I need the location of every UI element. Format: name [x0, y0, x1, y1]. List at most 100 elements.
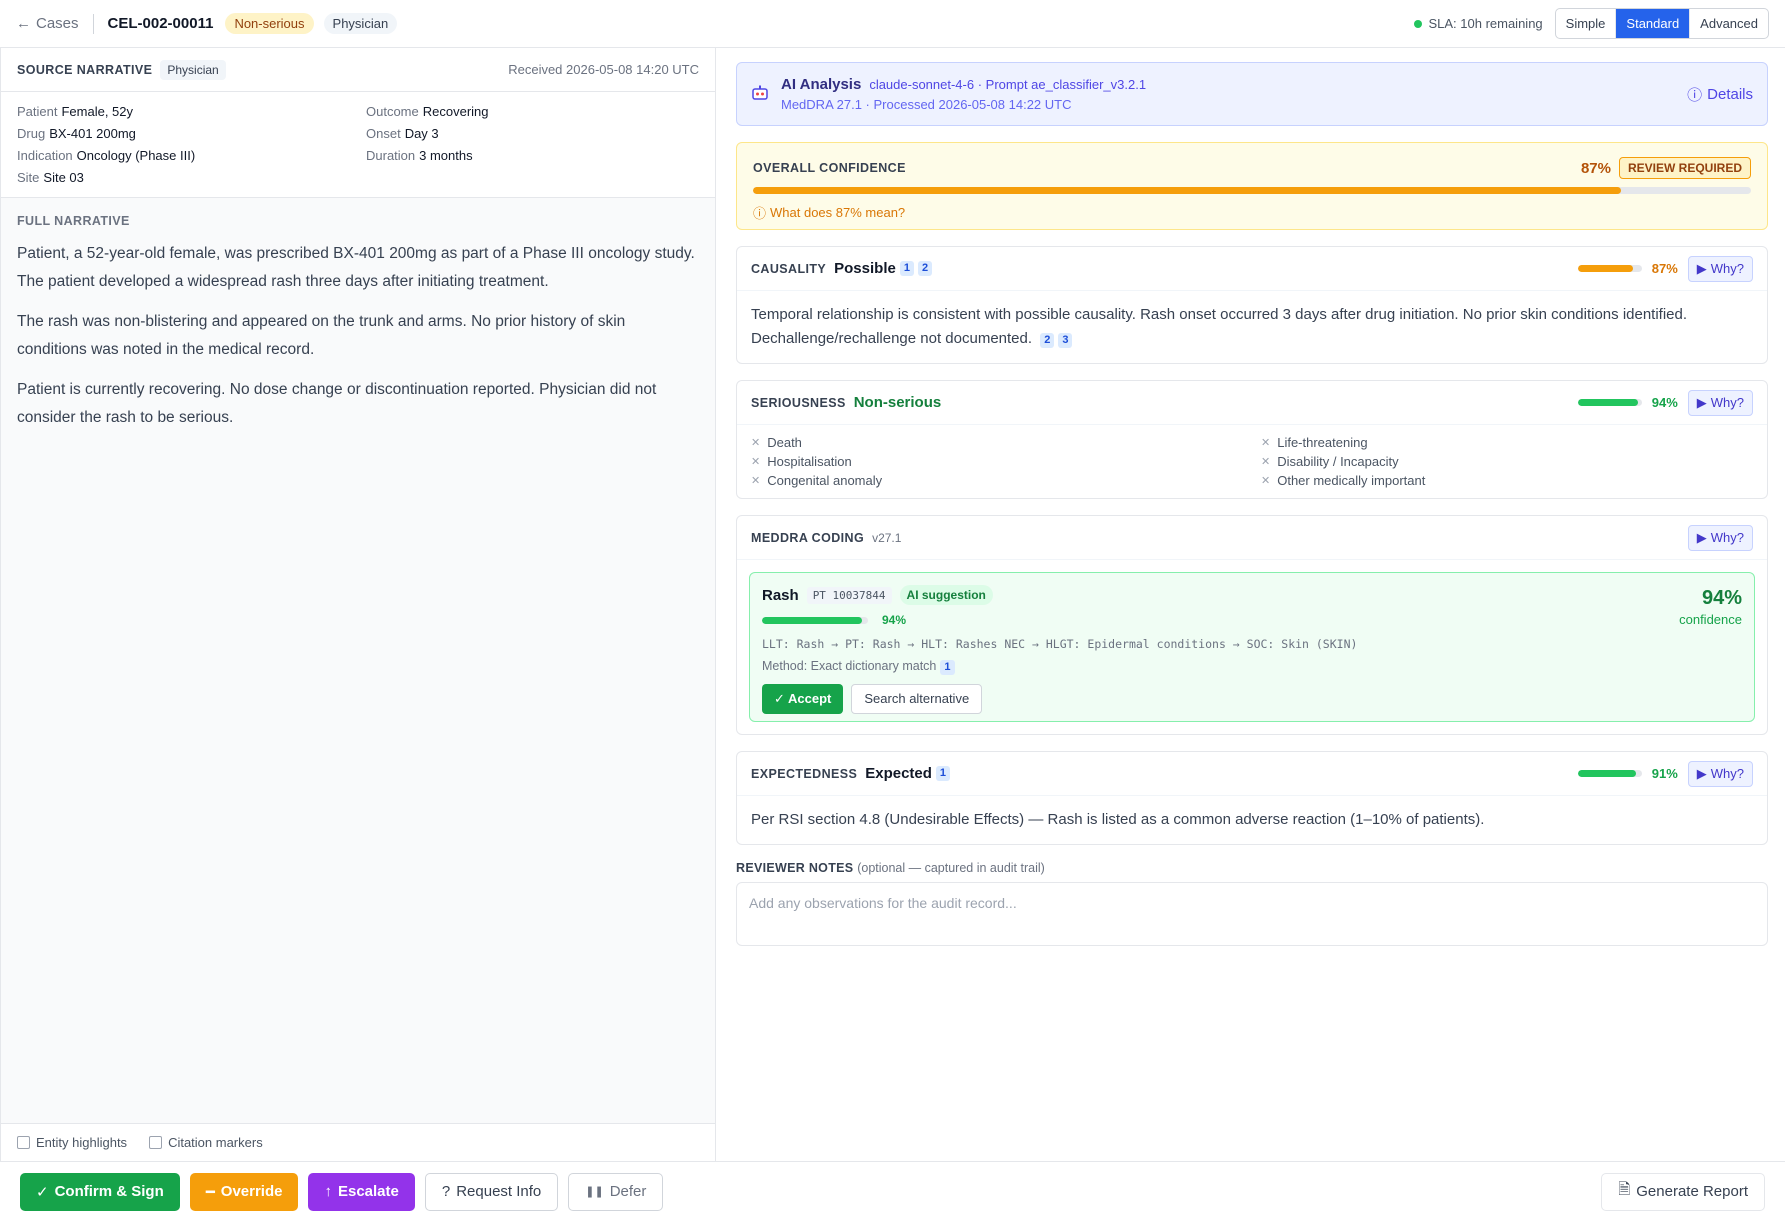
seriousness-percent: 94% — [1651, 395, 1678, 410]
citation-markers-toggle[interactable]: Citation markers — [149, 1135, 263, 1150]
overall-confidence-card: OVERALL CONFIDENCE 87% REVIEW REQUIRED ⓘ… — [736, 142, 1768, 230]
escalate-button[interactable]: ↑ Escalate — [308, 1172, 415, 1211]
action-bar: ✓ Confirm & Sign ━ Override ↑ Escalate ? Req… — [0, 1161, 1785, 1221]
override-button[interactable]: ━ Override — [189, 1172, 299, 1211]
pt-code: PT 10037844 — [806, 586, 892, 604]
citation-marker[interactable]: 1 — [940, 660, 955, 675]
source-tag: Physician — [160, 59, 226, 80]
x-icon: ✕ — [751, 437, 761, 449]
seriousness-criteria: ✕ Death ✕ Life-threatening ✕ Hospitalisatio… — [737, 425, 1767, 498]
arrow-up-icon: ↑ — [324, 1183, 332, 1200]
meddra-term: Rash — [762, 586, 799, 604]
seriousness-card: SERIOUSNESS Non-serious 94% ▶ Why? ✕ Death… — [736, 380, 1768, 499]
ai-analysis-banner: AI Analysis claude-sonnet-4-6 · Prompt ae… — [736, 62, 1768, 126]
divider — [92, 13, 94, 34]
checkbox-icon[interactable] — [149, 1136, 163, 1149]
meta-site: Site Site 03 — [17, 170, 84, 185]
sla-text: SLA: 10h remaining — [1428, 16, 1543, 31]
citation-marker[interactable]: 3 — [1058, 333, 1073, 348]
x-icon: ✕ — [1261, 456, 1271, 468]
expectedness-why-button[interactable]: ▶ Why? — [1687, 760, 1753, 787]
meddra-bar-fill — [762, 616, 862, 624]
expectedness-label: EXPECTEDNESS — [751, 766, 858, 781]
mode-simple-button[interactable]: Simple — [1556, 9, 1617, 38]
x-icon: ✕ — [1261, 475, 1271, 487]
play-icon: ▶ — [1696, 765, 1707, 781]
causality-bar — [1577, 265, 1642, 272]
meddra-why-button[interactable]: ▶ Why? — [1687, 524, 1753, 551]
citation-marker[interactable]: 1 — [935, 766, 951, 781]
meddra-percent: 94% — [882, 613, 907, 627]
accept-button[interactable]: ✓ Accept — [762, 684, 844, 714]
meta-duration: Duration 3 months — [366, 148, 473, 163]
reviewer-notes-input[interactable] — [736, 882, 1768, 946]
seriousness-label: SERIOUSNESS — [751, 395, 846, 410]
search-alternative-button[interactable]: Search alternative — [851, 684, 983, 714]
checkbox-icon[interactable] — [17, 1136, 30, 1149]
received-timestamp: Received 2026-05-08 14:20 UTC — [508, 62, 699, 77]
expectedness-card: EXPECTEDNESS Expected 1 91% ▶ Why? Per RS… — [736, 751, 1768, 845]
mode-advanced-button[interactable]: Advanced — [1690, 9, 1768, 38]
narrative-label: FULL NARRATIVE — [17, 214, 130, 228]
causality-percent: 87% — [1651, 261, 1678, 276]
narrative-toggles: Entity highlights Citation markers — [1, 1123, 715, 1161]
expectedness-explanation: Per RSI section 4.8 (Undesirable Effects… — [751, 811, 1485, 828]
source-title: SOURCE NARRATIVE — [17, 62, 153, 77]
confidence-bar-fill — [753, 187, 1622, 194]
ai-suggestion-badge: AI suggestion — [899, 585, 993, 605]
expectedness-value: Expected — [865, 765, 932, 782]
review-required-badge: REVIEW REQUIRED — [1618, 157, 1751, 179]
entity-highlights-toggle[interactable]: Entity highlights — [17, 1135, 127, 1150]
causality-card: CAUSALITY Possible 1 2 87% ▶ Why? Tempora… — [736, 246, 1768, 364]
criterion-other-medically-important: ✕ Other medically important — [1261, 473, 1426, 488]
meddra-coding-card: MEDDRA CODING v27.1 ▶ Why? Rash PT 100378… — [736, 515, 1768, 735]
play-icon: ▶ — [1696, 394, 1707, 410]
top-bar: ← Cases CEL-002-00011 Non-serious Physic… — [0, 0, 1785, 48]
mode-standard-button[interactable]: Standard — [1616, 9, 1691, 38]
details-button[interactable]: ⓘ Details — [1687, 84, 1753, 105]
expectedness-bar-fill — [1577, 770, 1636, 777]
arrow-left-icon: ← — [16, 15, 31, 32]
back-label: Cases — [36, 15, 79, 32]
ai-model: claude-sonnet-4-6 · Prompt ae_classifier… — [869, 77, 1147, 92]
confidence-label: OVERALL CONFIDENCE — [753, 161, 906, 175]
criterion-disability: ✕ Disability / Incapacity — [1261, 454, 1399, 469]
play-icon: ▶ — [1696, 260, 1707, 276]
seriousness-bar — [1577, 399, 1642, 406]
causality-why-button[interactable]: ▶ Why? — [1687, 255, 1753, 282]
citation-marker[interactable]: 2 — [1040, 333, 1055, 348]
generate-report-button[interactable]: 🗎 Generate Report — [1601, 1172, 1765, 1211]
meddra-label: MEDDRA CODING — [751, 530, 865, 545]
narrative-paragraph: Patient is currently recovering. No dose… — [17, 381, 657, 426]
x-icon: ✕ — [1261, 437, 1271, 449]
expectedness-percent: 91% — [1651, 766, 1678, 781]
x-icon: ✕ — [751, 456, 761, 468]
source-panel: SOURCE NARRATIVE Physician Received 2026… — [0, 48, 716, 1161]
seriousness-why-button[interactable]: ▶ Why? — [1687, 389, 1753, 416]
robot-icon — [751, 84, 769, 105]
confidence-help-link[interactable]: ⓘ What does 87% mean? — [753, 203, 1751, 222]
criterion-hospitalisation: ✕ Hospitalisation — [751, 454, 852, 469]
reporter-pill: Physician — [323, 13, 398, 34]
defer-button[interactable]: ❚❚ Defer — [568, 1172, 664, 1211]
citation-marker[interactable]: 1 — [899, 261, 914, 276]
citation-marker[interactable]: 2 — [917, 261, 933, 276]
narrative-paragraph: Patient, a 52-year-old female, was presc… — [17, 245, 695, 290]
play-icon: ▶ — [1696, 529, 1707, 545]
confirm-sign-button[interactable]: ✓ Confirm & Sign — [20, 1172, 180, 1211]
question-icon: ? — [441, 1183, 451, 1200]
confidence-percent: 87% — [1580, 159, 1611, 177]
seriousness-pill: Non-serious — [225, 13, 314, 34]
meddra-hierarchy: LLT: Rash → PT: Rash → HLT: Rashes NEC →… — [762, 637, 1358, 651]
meddra-suggestion: Rash PT 10037844 AI suggestion 94% LLT: … — [749, 572, 1755, 722]
pause-icon: ❚❚ — [585, 1186, 604, 1198]
info-icon: ⓘ — [753, 206, 767, 221]
document-icon: 🗎 — [1618, 1181, 1631, 1198]
meta-patient: Patient Female, 52y — [17, 104, 134, 119]
confidence-bar — [753, 187, 1751, 194]
info-icon: ⓘ — [1687, 86, 1703, 104]
seriousness-bar-fill — [1577, 399, 1638, 406]
request-info-button[interactable]: ? Request Info — [424, 1172, 559, 1211]
case-id: CEL-002-00011 — [107, 15, 214, 32]
back-to-cases-link[interactable]: ← Cases — [16, 15, 79, 32]
